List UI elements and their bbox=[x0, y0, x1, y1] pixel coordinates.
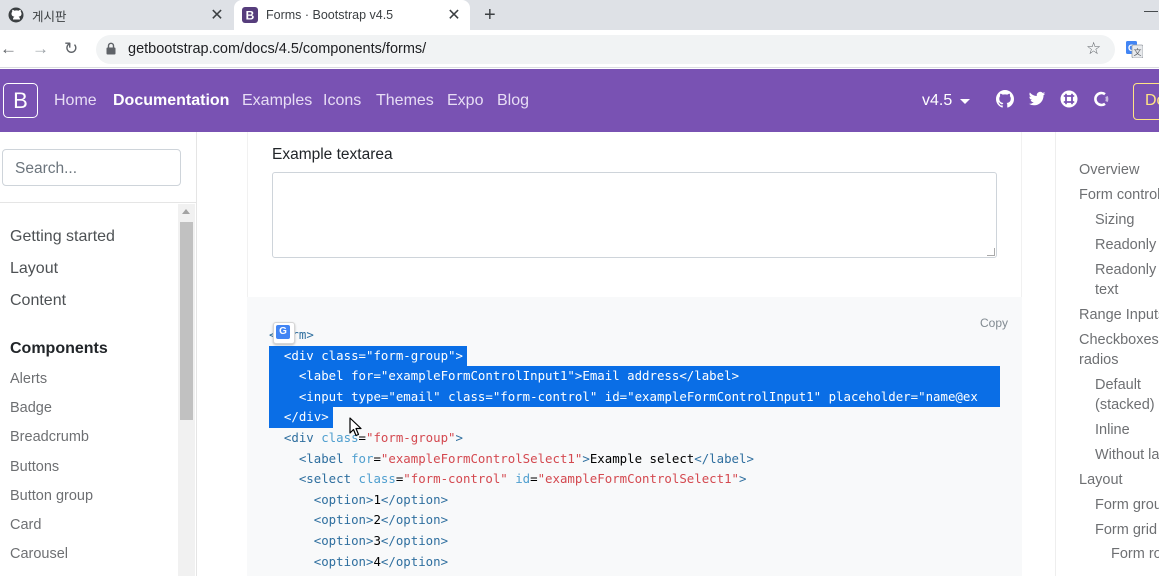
textarea-label: Example textarea bbox=[272, 146, 393, 163]
svg-text:B: B bbox=[246, 9, 255, 23]
download-button[interactable]: Do bbox=[1133, 83, 1159, 120]
sidebar-item-card[interactable]: Card bbox=[10, 517, 41, 533]
github-icon bbox=[8, 7, 24, 23]
sidebar-section-components[interactable]: Components bbox=[10, 340, 108, 358]
code-line: </div> bbox=[269, 407, 333, 428]
browser-tab-forms[interactable]: B Forms · Bootstrap v4.5 ✕ bbox=[234, 0, 470, 30]
code-line: <div class="form-group"> bbox=[269, 345, 467, 367]
new-tab-icon[interactable]: + bbox=[484, 4, 496, 27]
code-line: <div class="form-group"> bbox=[283, 430, 463, 445]
google-translate-popup-icon[interactable]: G bbox=[273, 322, 295, 344]
version-dropdown[interactable]: v4.5 bbox=[922, 92, 952, 110]
sidebar-item-breadcrumb[interactable]: Breadcrumb bbox=[10, 429, 89, 445]
sidebar-divider bbox=[0, 202, 197, 203]
twitter-icon[interactable] bbox=[1028, 90, 1046, 108]
toc-item[interactable]: Overview bbox=[1079, 162, 1139, 178]
toc-item[interactable]: Sizing bbox=[1095, 212, 1135, 228]
toc-item[interactable]: text bbox=[1095, 282, 1118, 298]
code-line: <option>2</option> bbox=[313, 512, 449, 528]
toc-item[interactable]: Form grou bbox=[1095, 497, 1159, 513]
main-content: Example textarea Copy <form> <div class=… bbox=[197, 132, 1055, 576]
table-of-contents: Overview Form control Sizing Readonly Readon… bbox=[1055, 132, 1159, 576]
docs-sidebar: Search... Getting started Layout Content… bbox=[0, 132, 197, 576]
nav-icons[interactable]: Icons bbox=[323, 92, 361, 110]
code-line: <option>1</option> bbox=[313, 491, 449, 507]
browser-toolbar: ← → ↻ getbootstrap.com/docs/4.5/componen… bbox=[0, 30, 1159, 68]
bootstrap-logo[interactable]: B bbox=[3, 83, 38, 118]
forward-icon[interactable]: → bbox=[32, 39, 49, 59]
address-bar[interactable]: getbootstrap.com/docs/4.5/components/for… bbox=[96, 35, 1115, 64]
github-icon[interactable] bbox=[996, 90, 1014, 108]
sidebar-section-layout[interactable]: Layout bbox=[10, 260, 58, 278]
lock-icon[interactable] bbox=[106, 42, 116, 60]
sidebar-item-button-group[interactable]: Button group bbox=[10, 488, 93, 504]
scroll-up-arrow-icon[interactable] bbox=[182, 209, 190, 214]
toc-item[interactable]: Readonly bbox=[1095, 237, 1156, 253]
nav-blog[interactable]: Blog bbox=[497, 92, 529, 110]
google-translate-extension-icon[interactable]: G文 bbox=[1126, 41, 1144, 59]
browser-tab-strip: 게시판 ✕ B Forms · Bootstrap v4.5 ✕ + — bbox=[0, 0, 1159, 30]
toc-item[interactable]: Inline bbox=[1095, 422, 1130, 438]
sidebar-item-alerts[interactable]: Alerts bbox=[10, 371, 47, 387]
close-tab-icon[interactable]: ✕ bbox=[444, 5, 464, 25]
minimize-window-icon[interactable]: — bbox=[1144, 2, 1158, 18]
tab-title: 게시판 bbox=[32, 9, 67, 24]
toc-item[interactable]: Form ro bbox=[1111, 546, 1159, 562]
toc-item[interactable]: Readonly p bbox=[1095, 262, 1159, 278]
toc-item[interactable]: Without la bbox=[1095, 447, 1159, 463]
sidebar-scrollbar[interactable] bbox=[178, 204, 195, 576]
chevron-down-icon[interactable] bbox=[960, 99, 970, 104]
sidebar-section-content[interactable]: Content bbox=[10, 292, 66, 310]
back-icon[interactable]: ← bbox=[0, 39, 17, 59]
toc-item[interactable]: radios bbox=[1079, 352, 1119, 368]
code-line: <input type="email" class="form-control"… bbox=[269, 386, 1000, 408]
toc-item[interactable]: Form control bbox=[1079, 187, 1159, 203]
code-line: <label for="exampleFormControlInput1">Em… bbox=[269, 366, 1000, 387]
nav-examples[interactable]: Examples bbox=[242, 92, 312, 110]
code-line: <option>4</option> bbox=[313, 553, 449, 569]
toc-item[interactable]: Checkboxes a bbox=[1079, 332, 1159, 348]
tab-title: Forms · Bootstrap v4.5 bbox=[266, 8, 394, 22]
sidebar-item-buttons[interactable]: Buttons bbox=[10, 459, 59, 475]
toc-item[interactable]: (stacked) bbox=[1095, 397, 1155, 413]
toc-item[interactable]: Range Inputs bbox=[1079, 307, 1159, 323]
slack-icon[interactable] bbox=[1060, 90, 1078, 108]
bookmark-star-icon[interactable]: ☆ bbox=[1086, 39, 1101, 59]
bootstrap-navbar: B Home Documentation Examples Icons Them… bbox=[0, 69, 1159, 132]
nav-themes[interactable]: Themes bbox=[376, 92, 434, 110]
toc-item[interactable]: Default bbox=[1095, 377, 1141, 393]
reload-icon[interactable]: ↻ bbox=[64, 39, 78, 59]
browser-tab-board[interactable]: 게시판 ✕ bbox=[0, 0, 233, 30]
svg-text:文: 文 bbox=[1134, 47, 1142, 57]
nav-home[interactable]: Home bbox=[54, 92, 97, 110]
sidebar-item-badge[interactable]: Badge bbox=[10, 400, 52, 416]
toc-item[interactable]: Form grid bbox=[1095, 522, 1157, 538]
example-textarea[interactable] bbox=[272, 172, 997, 258]
search-input[interactable]: Search... bbox=[2, 149, 181, 186]
resize-handle-icon[interactable] bbox=[987, 248, 995, 256]
scrollbar-thumb[interactable] bbox=[180, 222, 193, 420]
sidebar-section-getting-started[interactable]: Getting started bbox=[10, 228, 115, 246]
toc-item[interactable]: Layout bbox=[1079, 472, 1123, 488]
nav-expo[interactable]: Expo bbox=[447, 92, 483, 110]
bootstrap-icon: B bbox=[242, 7, 258, 23]
url-text: getbootstrap.com/docs/4.5/components/for… bbox=[128, 41, 427, 57]
code-line: <option>3</option> bbox=[313, 533, 449, 548]
close-tab-icon[interactable]: ✕ bbox=[207, 5, 227, 25]
open-collective-icon[interactable] bbox=[1092, 90, 1110, 108]
copy-button[interactable]: Copy bbox=[980, 316, 1008, 330]
sidebar-item-carousel[interactable]: Carousel bbox=[10, 546, 68, 562]
mouse-cursor-icon bbox=[349, 417, 362, 437]
nav-documentation[interactable]: Documentation bbox=[113, 92, 229, 110]
code-line: <select class="form-control" id="example… bbox=[298, 471, 747, 487]
code-line: <label for="exampleFormControlSelect1">E… bbox=[298, 450, 754, 466]
